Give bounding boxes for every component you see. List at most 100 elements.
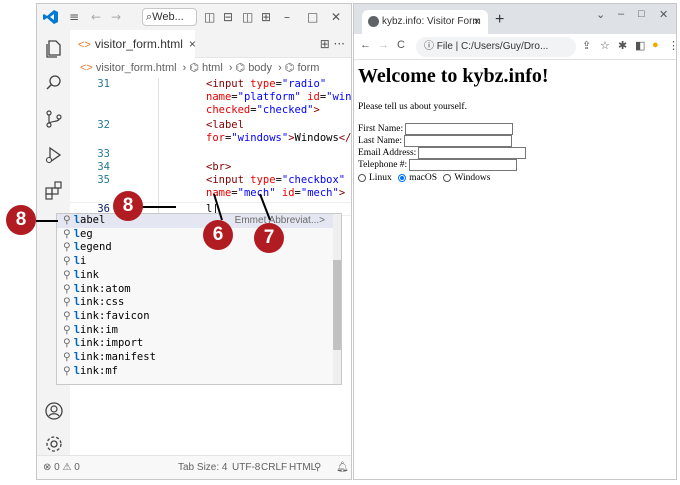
reload-icon[interactable]: C [397, 39, 405, 51]
code-token: <input [206, 78, 251, 90]
breadcrumb-item-body[interactable]: body [248, 62, 272, 74]
first-name-field[interactable] [405, 123, 514, 135]
explorer-icon[interactable] [43, 38, 65, 60]
search-label: Web... [152, 11, 184, 23]
split-editor-more-actions[interactable]: ⊞ ··· [320, 30, 345, 58]
minimize-icon[interactable]: – [284, 8, 290, 26]
suggestion-scrollbar-thumb[interactable] [333, 260, 341, 350]
language-status[interactable]: HTML [289, 456, 316, 479]
toggle-primary-sidebar-icon[interactable]: ◫ [204, 8, 215, 26]
macos-radio[interactable] [398, 173, 407, 182]
tab-search-chevron-icon[interactable]: ⌄ [596, 8, 605, 21]
forward-arrow-icon[interactable]: → [111, 8, 121, 26]
sidebar-icon[interactable]: ◧ [635, 39, 645, 52]
breadcrumb-item-file[interactable]: visitor_form.html [96, 62, 177, 74]
tab-close-icon[interactable]: × [474, 10, 480, 34]
suggestion-item[interactable]: ⚲ link:import [57, 337, 335, 351]
snippet-wrench-icon: ⚲ [63, 351, 71, 363]
macos-radio-label[interactable]: macOS [409, 173, 437, 183]
tab-size-status[interactable]: Tab Size: 4 [178, 456, 227, 479]
code-token: for [206, 132, 225, 144]
accounts-icon[interactable] [43, 400, 65, 422]
code-line: name="platform" id="windows" [206, 91, 352, 103]
code-line: <input type="checkbox" [206, 174, 345, 186]
suggestion-item[interactable]: ⚲ link:atom [57, 283, 335, 297]
toggle-panel-icon[interactable]: ⊟ [223, 8, 233, 26]
customize-layout-icon[interactable]: ⊞ [261, 8, 271, 26]
address-bar[interactable]: ⓘ File | C:/Users/Guy/Dro... [416, 37, 576, 57]
run-debug-icon[interactable] [43, 144, 65, 166]
forward-arrow-icon[interactable]: → [378, 39, 389, 51]
form-row-first-name: First Name: [358, 123, 514, 135]
new-tab-button[interactable]: + [495, 10, 504, 30]
suggestion-item[interactable]: ⚲ li [57, 255, 335, 269]
linux-radio-label[interactable]: Linux [369, 173, 392, 183]
line-number: 31 [97, 78, 110, 90]
source-control-icon[interactable] [43, 108, 65, 130]
windows-radio-label[interactable]: Windows [454, 173, 490, 183]
menu-kebab-icon[interactable]: ⋮ [668, 39, 676, 52]
platform-radio-group: Linux macOS Windows [358, 172, 490, 184]
bookmark-star-icon[interactable]: ☆ [600, 39, 610, 52]
snippet-wrench-icon: ⚲ [63, 323, 71, 336]
editor-tabs: <> visitor_form.html × ⊞ ··· [70, 30, 351, 58]
telephone-field[interactable] [409, 159, 518, 171]
suggestion-rest: ink:mf [80, 364, 118, 377]
maximize-icon[interactable]: □ [638, 8, 645, 20]
menu-icon[interactable]: ≡ [69, 8, 79, 26]
browser-tab[interactable]: kybz.info: Visitor Form × [362, 10, 488, 34]
last-name-field[interactable] [404, 135, 513, 147]
command-center-search[interactable]: ⌕Web... [142, 8, 197, 26]
breadcrumb-file-icon: <> [80, 62, 96, 74]
linux-radio[interactable] [358, 173, 366, 182]
breadcrumb-item-form[interactable]: form [297, 62, 319, 74]
extensions-puzzle-icon[interactable]: ✱ [618, 39, 627, 52]
snippet-wrench-icon: ⚲ [63, 364, 71, 377]
snippet-wrench-icon: ⚲ [63, 282, 71, 295]
suggestion-item[interactable]: ⚲ link [57, 269, 335, 283]
page-heading: Welcome to kybz.info! [358, 65, 549, 87]
suggestion-item[interactable]: ⚲ link:favicon [57, 310, 335, 324]
profile-icon[interactable]: ● [652, 39, 659, 51]
callout-badge-8-mid: 8 [113, 191, 143, 221]
suggestion-scrollbar[interactable] [333, 214, 341, 384]
close-window-icon[interactable]: ✕ [659, 8, 668, 21]
code-token: Windows [294, 132, 339, 144]
windows-radio[interactable] [443, 173, 452, 182]
eol-status[interactable]: CRLF [261, 456, 287, 479]
problems-status[interactable]: ⊗ 0 ⚠ 0 [43, 456, 80, 479]
tab-visitor-form[interactable]: <> visitor_form.html × [70, 30, 196, 58]
breadcrumb-item-html[interactable]: html [202, 62, 223, 74]
breadcrumb-separator-icon: › [278, 62, 282, 74]
indent-guide [158, 78, 159, 218]
back-arrow-icon[interactable]: ← [91, 8, 101, 26]
suggestion-item[interactable]: ⚲ link:manifest [57, 351, 335, 365]
suggestion-item[interactable]: ⚲ leg [57, 228, 335, 242]
browser-page-content: Welcome to kybz.info! Please tell us abo… [354, 61, 676, 479]
suggestion-item[interactable]: ⚲ link:css [57, 296, 335, 310]
notifications-bell-icon[interactable]: 🔔︎ [336, 456, 349, 479]
encoding-status[interactable]: UTF-8 [232, 456, 260, 479]
share-icon[interactable]: ⇪ [582, 39, 591, 52]
suggestion-item[interactable]: ⚲ link:mf [57, 365, 335, 379]
page-intro-text: Please tell us about yourself. [358, 102, 467, 112]
tab-close-icon[interactable]: × [189, 37, 196, 51]
code-token: "windows" [326, 91, 352, 103]
feedback-icon[interactable]: ⚲ [314, 456, 321, 479]
code-token: "mech" [300, 187, 339, 199]
autocomplete-suggestion-list: ⚲ label Emmet Abbreviat...> ⚲ leg ⚲ legend ⚲ li ⚲… [56, 213, 342, 385]
search-icon[interactable] [43, 72, 65, 94]
manage-gear-icon[interactable] [43, 433, 65, 455]
minimize-icon[interactable]: – [618, 8, 624, 20]
html-file-icon: <> [78, 39, 91, 51]
close-window-icon[interactable]: ✕ [331, 8, 341, 26]
extensions-icon[interactable] [43, 180, 65, 202]
snippet-wrench-icon: ⚲ [63, 309, 71, 322]
email-field[interactable] [418, 147, 527, 159]
back-arrow-icon[interactable]: ← [360, 39, 371, 51]
suggestion-item[interactable]: ⚲ link:im [57, 324, 335, 338]
maximize-icon[interactable]: □ [307, 8, 318, 26]
toggle-secondary-sidebar-icon[interactable]: ◫ [242, 8, 253, 26]
suggestion-item[interactable]: ⚲ legend [57, 241, 335, 255]
suggestion-rest: eg [80, 227, 93, 240]
